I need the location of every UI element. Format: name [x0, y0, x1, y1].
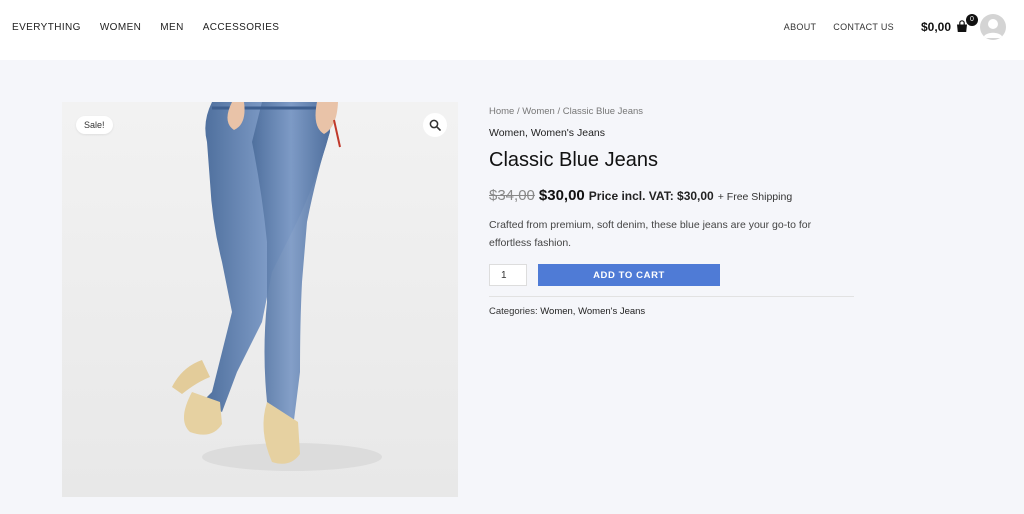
site-header: EVERYTHING WOMEN MEN ACCESSORIES ABOUT C… [0, 0, 1024, 60]
cart-total[interactable]: $0,00 [921, 20, 951, 34]
magnifier-graphic [429, 119, 441, 131]
add-to-cart-button[interactable]: ADD TO CART [538, 264, 720, 286]
add-to-cart-form: ADD TO CART [489, 264, 854, 286]
divider [489, 296, 854, 297]
quantity-input[interactable] [489, 264, 527, 286]
product-image[interactable]: Sale! [62, 102, 458, 497]
shopping-bag-icon[interactable]: 0 [956, 14, 978, 34]
categories-links[interactable]: Women, Women's Jeans [540, 306, 645, 317]
sale-badge: Sale! [76, 116, 113, 134]
product-meta: Categories: Women, Women's Jeans [489, 306, 854, 317]
sale-price: $30,00 [538, 187, 585, 204]
breadcrumb: Home / Women / Classic Blue Jeans [489, 106, 854, 117]
user-avatar-icon[interactable] [980, 14, 1006, 40]
product-summary: Home / Women / Classic Blue Jeans Women,… [489, 102, 854, 317]
nav-contact-us[interactable]: CONTACT US [833, 22, 894, 32]
nav-men[interactable]: MEN [160, 22, 183, 33]
secondary-nav: ABOUT CONTACT US $0,00 0 [784, 0, 1024, 54]
breadcrumb-home[interactable]: Home [489, 106, 514, 117]
shipping-note: + Free Shipping [717, 191, 793, 203]
product-description: Crafted from premium, soft denim, these … [489, 219, 812, 249]
categories-label: Categories: [489, 306, 541, 317]
jeans-photo [62, 102, 458, 497]
price-row: $34,00 $30,00 Price incl. VAT: $30,00 + … [489, 187, 854, 204]
magnifier-icon[interactable] [423, 113, 447, 137]
price-incl-vat: Price incl. VAT: $30,00 [588, 189, 714, 203]
product-categories-top[interactable]: Women, Women's Jeans [489, 127, 854, 139]
breadcrumb-women[interactable]: Women [522, 106, 555, 117]
avatar-graphic [983, 19, 1003, 38]
nav-women[interactable]: WOMEN [100, 22, 141, 33]
product-title: Classic Blue Jeans [489, 149, 658, 171]
primary-nav: EVERYTHING WOMEN MEN ACCESSORIES [12, 0, 279, 54]
original-price: $34,00 [489, 187, 535, 204]
cart-count-badge: 0 [966, 14, 978, 26]
breadcrumb-separator: / [554, 106, 563, 117]
breadcrumb-current: Classic Blue Jeans [562, 106, 644, 117]
nav-accessories[interactable]: ACCESSORIES [203, 22, 280, 33]
nav-everything[interactable]: EVERYTHING [12, 22, 81, 33]
nav-about[interactable]: ABOUT [784, 22, 817, 32]
